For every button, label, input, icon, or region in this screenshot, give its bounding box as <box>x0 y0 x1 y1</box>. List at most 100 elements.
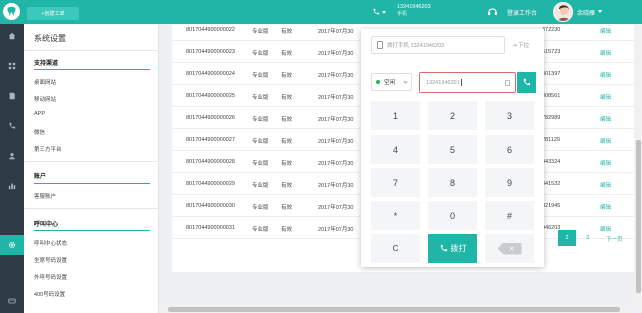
cell-id: 8017044900000023 <box>186 49 235 55</box>
rail-calls[interactable] <box>0 116 24 136</box>
cell-id: 8017044900000029 <box>186 181 235 187</box>
rail-documents[interactable] <box>0 86 24 106</box>
rail-settings[interactable] <box>0 235 24 255</box>
vertical-scroll-thumb[interactable] <box>636 140 641 293</box>
cell-status: 有效 <box>281 95 293 101</box>
dial-more-link[interactable]: ⇥ 下拉 <box>512 41 529 49</box>
cell-number: 401397 <box>542 71 561 77</box>
document-icon <box>9 92 15 100</box>
cell-date: 2017年07月30 <box>318 161 354 167</box>
create-ticket-button[interactable]: +创建工单 <box>27 7 79 20</box>
key-6[interactable]: 6 <box>485 135 534 164</box>
section-title-account: 账户 <box>34 174 47 180</box>
chart-icon <box>8 183 16 190</box>
edit-link[interactable]: 编辑 <box>600 225 611 233</box>
chevron-down-icon[interactable] <box>598 10 602 13</box>
grid-icon <box>8 62 16 70</box>
key-hash[interactable]: # <box>485 201 534 230</box>
cell-id: 8017044900000030 <box>186 203 235 209</box>
rail-keyboard[interactable] <box>0 291 24 311</box>
dial-more-label: 下拉 <box>518 43 530 49</box>
phone-menu[interactable] <box>372 6 386 18</box>
rail-customers[interactable] <box>0 146 24 166</box>
edit-link[interactable]: 编辑 <box>600 137 611 145</box>
cell-status: 有效 <box>281 161 293 167</box>
cell-status: 有效 <box>281 29 293 35</box>
dial-call-button[interactable]: 拨打 <box>428 234 477 263</box>
key-1[interactable]: 1 <box>371 101 420 130</box>
section-underline <box>34 230 150 231</box>
dial-search-placeholder: 拨打手机 13241946203 <box>387 43 445 49</box>
edit-link[interactable]: 编辑 <box>600 27 611 35</box>
key-4[interactable]: 4 <box>371 135 420 164</box>
cell-version: 专业版 <box>252 205 269 211</box>
current-phone: 13241946203 手机 <box>397 4 431 18</box>
cell-version: 专业版 <box>252 73 269 79</box>
key-0[interactable]: 0 <box>428 201 477 230</box>
cell-date: 2017年07月30 <box>318 29 354 35</box>
backspace-glyph: ✕ <box>508 245 515 253</box>
page-2-current[interactable]: 2 <box>558 230 576 246</box>
cell-date: 2017年07月30 <box>318 51 354 57</box>
lock-icon <box>505 80 510 86</box>
tooth-icon <box>7 6 16 17</box>
edit-link[interactable]: 编辑 <box>600 49 611 57</box>
dial-number-input[interactable]: 13241946201 <box>419 72 516 93</box>
cell-date: 2017年07月30 <box>318 139 354 145</box>
key-7[interactable]: 7 <box>371 168 420 197</box>
page-3[interactable]: 3 <box>586 235 589 241</box>
cell-id: 8017044900000026 <box>186 115 235 121</box>
edit-link[interactable]: 编辑 <box>600 203 611 211</box>
edit-link[interactable]: 编辑 <box>600 115 611 123</box>
cell-version: 专业版 <box>252 227 269 233</box>
edit-link[interactable]: 编辑 <box>600 181 611 189</box>
workbench-status[interactable]: 登录工作台 <box>507 8 537 17</box>
app-logo[interactable] <box>3 3 20 20</box>
dial-search-field[interactable]: 拨打手机 13241946203 <box>371 36 505 54</box>
key-3[interactable]: 3 <box>485 101 534 130</box>
user-name[interactable]: 余晓雁 <box>577 8 595 17</box>
sidebar-item-third-party[interactable]: 第三方平台 <box>34 145 62 153</box>
horizontal-scroll-thumb[interactable] <box>168 307 620 312</box>
edit-link[interactable]: 编辑 <box>600 71 611 79</box>
headset-icon[interactable] <box>487 6 498 17</box>
mobile-phone-icon <box>377 41 383 49</box>
rail-home[interactable] <box>0 26 24 46</box>
sidebar-item-mobile-site[interactable]: 移动网站 <box>34 95 56 103</box>
clear-button[interactable]: C <box>371 234 420 263</box>
cell-number: 782989 <box>542 115 561 121</box>
key-5[interactable]: 5 <box>428 135 477 164</box>
sidebar-item-wechat[interactable]: 微信 <box>34 128 45 136</box>
sidebar-item-400-number[interactable]: 400号码设置 <box>34 290 65 298</box>
next-page-link[interactable]: 下一页 <box>606 235 623 243</box>
quick-call-button[interactable] <box>517 72 536 93</box>
edit-link[interactable]: 编辑 <box>600 93 611 101</box>
sidebar-item-app[interactable]: APP <box>34 111 45 117</box>
sidebar-item-desktop-site[interactable]: 桌面网站 <box>34 78 56 86</box>
cell-date: 2017年07月30 <box>318 73 354 79</box>
cell-number: 372230 <box>542 27 561 33</box>
rail-reports[interactable] <box>0 176 24 196</box>
text-cursor <box>460 79 462 86</box>
sidebar-item-agent-account[interactable]: 客服账户 <box>34 192 56 200</box>
backspace-button[interactable]: ✕ <box>485 234 534 263</box>
edit-link[interactable]: 编辑 <box>600 159 611 167</box>
key-star[interactable]: * <box>371 201 420 230</box>
section-title-call-center: 呼叫中心 <box>34 222 59 228</box>
phone-number: 13241946203 <box>397 4 431 10</box>
key-9[interactable]: 9 <box>485 168 534 197</box>
phone-icon <box>373 8 380 15</box>
key-2[interactable]: 2 <box>428 101 477 130</box>
sidebar-item-call-center-status[interactable]: 呼叫中心状态 <box>34 239 67 247</box>
sidebar-item-outbound-number[interactable]: 外呼号码设置 <box>34 273 67 281</box>
key-8[interactable]: 8 <box>428 168 477 197</box>
divider <box>24 208 159 209</box>
sidebar-item-seat-number[interactable]: 坐席号码设置 <box>34 256 67 264</box>
cell-version: 专业版 <box>252 117 269 123</box>
rail-apps[interactable] <box>0 56 24 76</box>
user-icon <box>9 153 15 160</box>
phone-icon <box>523 78 531 86</box>
cell-number: 341532 <box>542 181 561 187</box>
divider <box>24 50 159 51</box>
agent-status-select[interactable]: 空闲 <box>371 73 412 91</box>
